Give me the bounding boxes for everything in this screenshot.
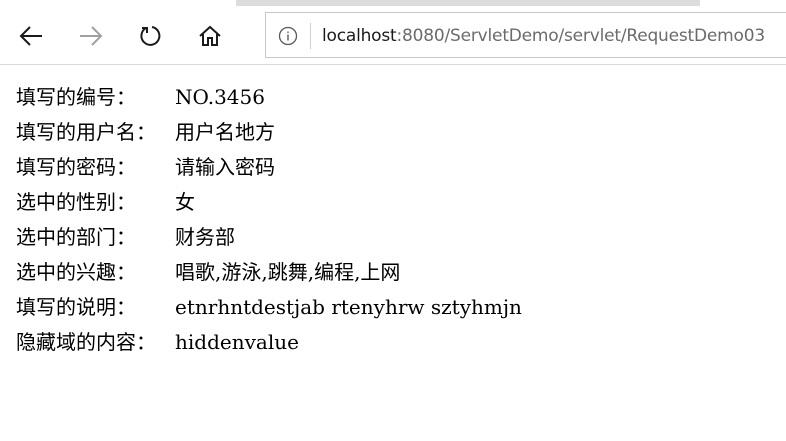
field-label: 隐藏域的内容：	[16, 330, 156, 354]
field-value: etnrhntdestjab rtenyhrw sztyhmjn	[175, 295, 522, 319]
field-label: 选中的兴趣：	[16, 260, 136, 284]
field-label: 填写的用户名：	[16, 120, 156, 144]
field-label: 填写的说明：	[16, 295, 136, 319]
field-label: 填写的密码：	[16, 155, 136, 179]
field-value: 唱歌,游泳,跳舞,编程,上网	[175, 260, 401, 284]
home-icon	[199, 25, 221, 46]
url-host: localhost	[322, 26, 397, 46]
field-value: 请输入密码	[175, 155, 275, 179]
refresh-icon	[140, 26, 161, 46]
field-value: 财务部	[175, 225, 235, 249]
forward-arrow-icon	[80, 26, 103, 46]
field-value: 用户名地方	[175, 120, 275, 144]
field-label: 选中的性别：	[16, 190, 136, 214]
address-divider	[310, 23, 311, 49]
field-label: 填写的编号：	[16, 85, 136, 109]
field-value: hiddenvalue	[175, 330, 299, 354]
back-arrow-icon	[19, 26, 42, 46]
field-label: 选中的部门：	[16, 225, 136, 249]
back-button[interactable]	[11, 16, 51, 56]
url-text[interactable]: localhost:8080/ServletDemo/servlet/Reque…	[322, 26, 765, 46]
field-value: NO.3456	[175, 85, 265, 109]
forward-button[interactable]	[71, 16, 111, 56]
field-value: 女	[175, 190, 195, 214]
info-icon[interactable]	[278, 26, 298, 46]
home-button[interactable]	[190, 16, 230, 56]
url-path: :8080/ServletDemo/servlet/RequestDemo03	[396, 26, 766, 46]
browser-toolbar: localhost:8080/ServletDemo/servlet/Reque…	[0, 6, 786, 65]
refresh-button[interactable]	[131, 16, 171, 56]
address-bar[interactable]: localhost:8080/ServletDemo/servlet/Reque…	[265, 12, 786, 58]
